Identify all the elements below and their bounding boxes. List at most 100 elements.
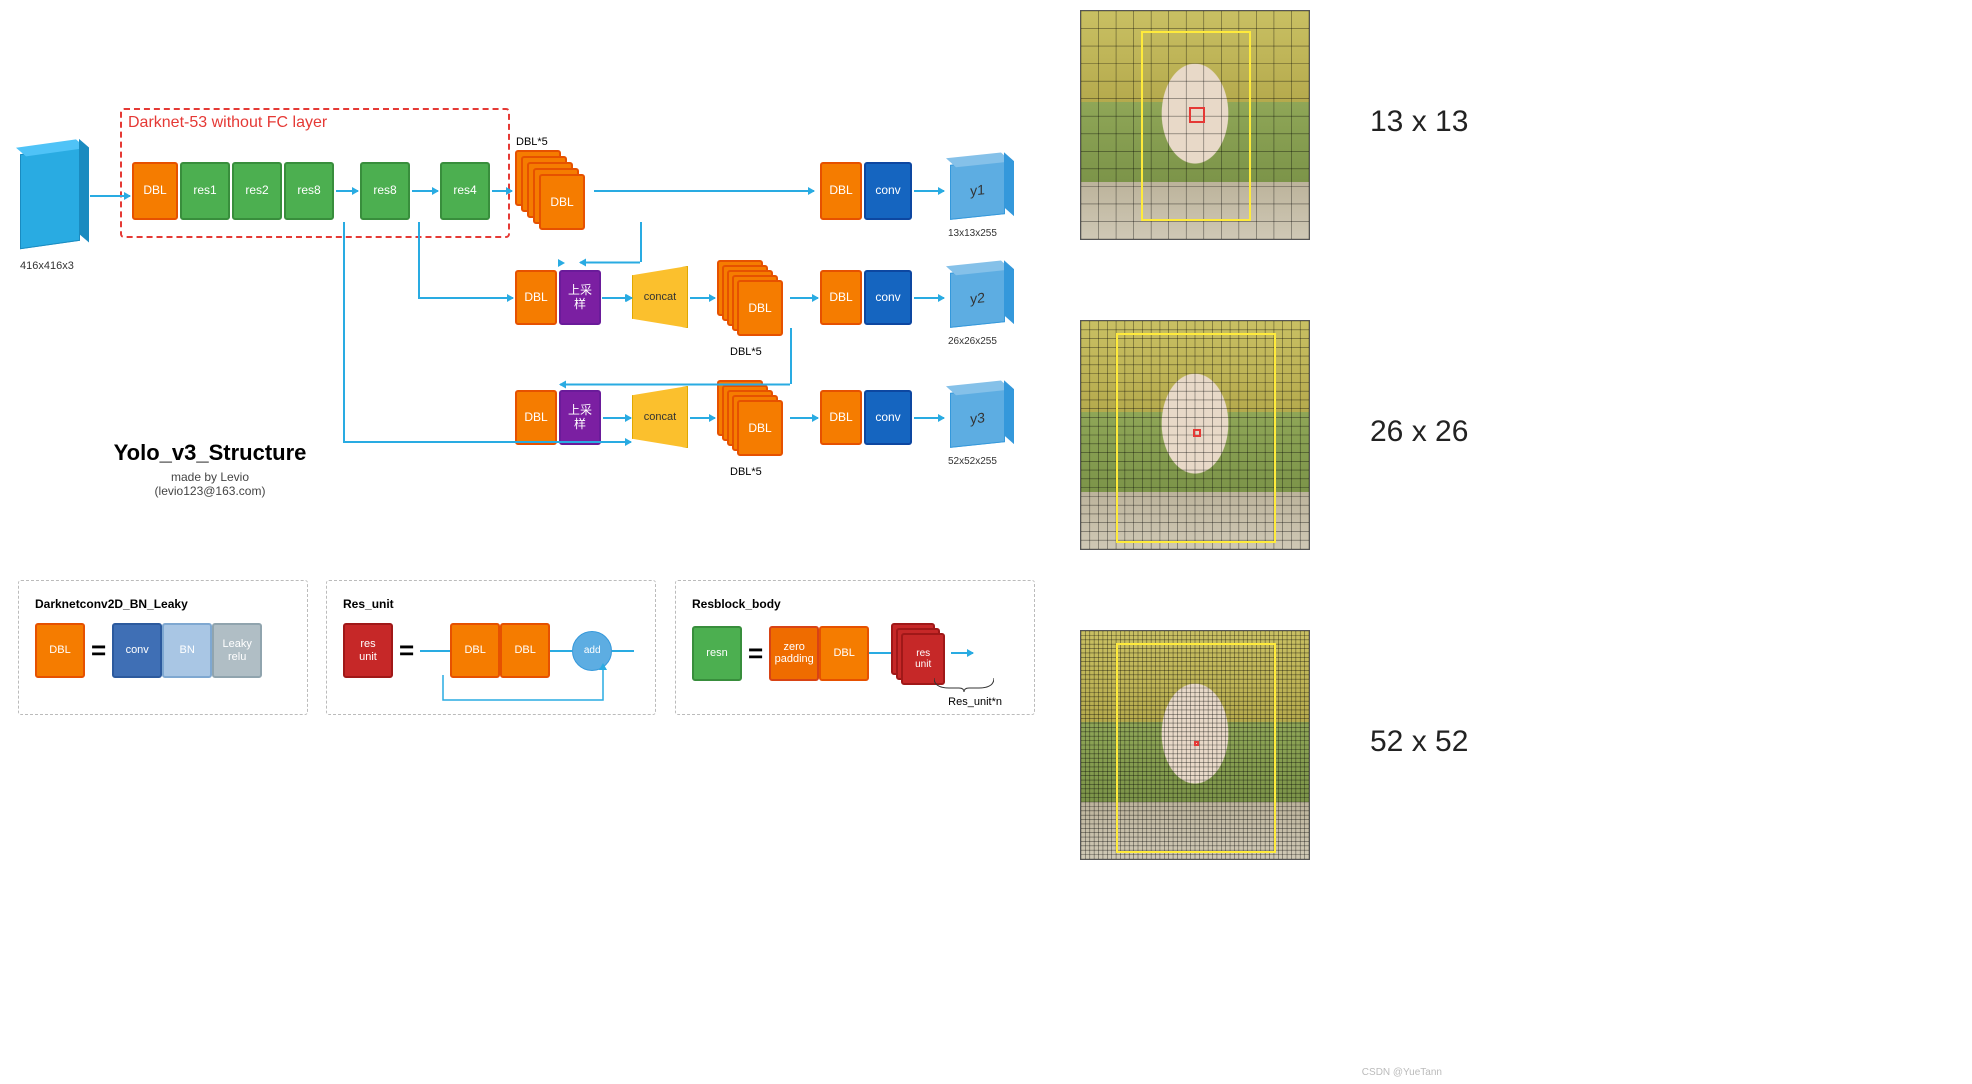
- dbl-top-head: DBL: [820, 162, 862, 220]
- y3-dim: 52x52x255: [948, 456, 997, 467]
- legend-res-dbl1: DBL: [450, 623, 500, 678]
- vline-top-mid: [640, 222, 642, 262]
- y2-cube: y2: [950, 267, 1005, 328]
- legend-resblock-line: [869, 652, 891, 654]
- diagram-title-block: Yolo_v3_Structure made by Levio (levio12…: [80, 440, 340, 498]
- arrow-r2: [412, 190, 438, 192]
- legend-res-skip: [433, 675, 633, 715]
- dbl-block: DBL: [132, 162, 178, 220]
- center-26: [1193, 429, 1201, 437]
- legend-resblock-resn: resn: [692, 626, 742, 681]
- skip-v2: [343, 222, 345, 442]
- dbl-bot: DBL: [515, 390, 557, 445]
- skip-v1: [418, 222, 420, 298]
- res8a-block: res8: [284, 162, 334, 220]
- legend-res-line2: [550, 650, 572, 652]
- dbl5-stack-mid: DBL: [717, 260, 797, 340]
- dbl-mid: DBL: [515, 270, 557, 325]
- dbl5-stack-top: DBL: [515, 150, 595, 230]
- legend-resblock-note: Res_unit*n: [948, 696, 1002, 708]
- dog-grid-52: [1080, 630, 1310, 860]
- arrow-r3: [492, 190, 512, 192]
- skip-h1: [418, 297, 513, 299]
- legend-dbl-dbl: DBL: [35, 623, 85, 678]
- vline-mid-bot: [790, 328, 792, 384]
- res8b-block: res8: [360, 162, 410, 220]
- dog-grid-26: [1080, 320, 1310, 550]
- upsample-mid: 上采 样: [559, 270, 601, 325]
- legend-res-line: [420, 650, 450, 652]
- concat-bot-label: concat: [644, 411, 676, 423]
- legend-dbl-leaky: Leaky relu: [212, 623, 262, 678]
- equals-icon-2: =: [399, 635, 414, 666]
- upsample-bot: 上采 样: [559, 390, 601, 445]
- legend-res-title: Res_unit: [343, 597, 639, 611]
- arrow-bot3: [790, 417, 818, 419]
- center-52: [1194, 741, 1199, 746]
- arrow-y1: [914, 190, 944, 192]
- arrow-mid2: [690, 297, 715, 299]
- y3-label: y3: [970, 409, 985, 427]
- y2-label: y2: [970, 289, 985, 307]
- conv-bot-head: conv: [864, 390, 912, 445]
- arrow-ignore: [602, 297, 632, 299]
- legend-dbl-title: Darknetconv2D_BN_Leaky: [35, 597, 291, 611]
- res2-block: res2: [232, 162, 282, 220]
- arrow-y2: [914, 297, 944, 299]
- y2-dim: 26x26x255: [948, 336, 997, 347]
- legend-resblock-outarrow: [951, 652, 973, 654]
- arrow-top: [594, 190, 814, 192]
- concat-bot: concat: [632, 386, 688, 448]
- diagram-author: made by Levio: [80, 470, 340, 484]
- res1-block: res1: [180, 162, 230, 220]
- dbl5-label-bot: DBL*5: [730, 466, 762, 478]
- legend-res-resunit: res unit: [343, 623, 393, 678]
- concat-mid-label: concat: [644, 291, 676, 303]
- input-tensor-cube: [20, 146, 80, 249]
- arrow-bot2: [690, 417, 715, 419]
- bbox-13: [1141, 31, 1251, 221]
- arrow-mid3: [790, 297, 818, 299]
- legend-dbl-bn: BN: [162, 623, 212, 678]
- yolo-v3-diagram: 416x416x3 Darknet-53 without FC layer DB…: [20, 100, 1050, 530]
- arrow-into-dblbot: [560, 384, 790, 386]
- y1-dim: 13x13x255: [948, 228, 997, 239]
- dbl-mid-head: DBL: [820, 270, 862, 325]
- grid-label-52: 52 x 52: [1370, 725, 1468, 759]
- bbox-26: [1116, 333, 1276, 543]
- conv-mid-head: conv: [864, 270, 912, 325]
- legend-resblock-dbl: DBL: [819, 626, 869, 681]
- y3-cube: y3: [950, 387, 1005, 448]
- brace-icon: [934, 678, 994, 692]
- darknet53-label: Darknet-53 without FC layer: [128, 114, 327, 132]
- legend-resblock-title: Resblock_body: [692, 597, 1018, 611]
- legend-resblock-zero: zero padding: [769, 626, 819, 681]
- dog-grid-13: [1080, 10, 1310, 240]
- equals-icon: =: [91, 635, 106, 666]
- grid-label-13: 13 x 13: [1370, 105, 1468, 139]
- bbox-52: [1116, 643, 1276, 853]
- arrow-y3: [914, 417, 944, 419]
- legend-dbl-conv: conv: [112, 623, 162, 678]
- legend-res-line3: [612, 650, 634, 652]
- arrow-r1: [336, 190, 358, 192]
- dbl-bot-head: DBL: [820, 390, 862, 445]
- center-13: [1189, 107, 1205, 123]
- dbl5-stack-bot: DBL: [717, 380, 797, 460]
- legend-resblock-stack: res unit: [891, 623, 951, 683]
- res4-block: res4: [440, 162, 490, 220]
- legend-res-dbl2: DBL: [500, 623, 550, 678]
- dbl5-label-mid: DBL*5: [730, 346, 762, 358]
- arrow-into-dblmid: [580, 262, 640, 264]
- legend-resunit: Res_unit res unit = DBL DBL add: [326, 580, 656, 715]
- conv-top-head: conv: [864, 162, 912, 220]
- arrow-bot1: [603, 417, 631, 419]
- watermark: CSDN @YueTann: [1362, 1067, 1442, 1078]
- diagram-title: Yolo_v3_Structure: [80, 440, 340, 466]
- input-dim-label: 416x416x3: [20, 260, 74, 272]
- grid-label-26: 26 x 26: [1370, 415, 1468, 449]
- legend-res-add: add: [572, 631, 612, 671]
- dbl5-label-top: DBL*5: [516, 136, 548, 148]
- equals-icon-3: =: [748, 638, 763, 669]
- skip-h2: [343, 441, 631, 443]
